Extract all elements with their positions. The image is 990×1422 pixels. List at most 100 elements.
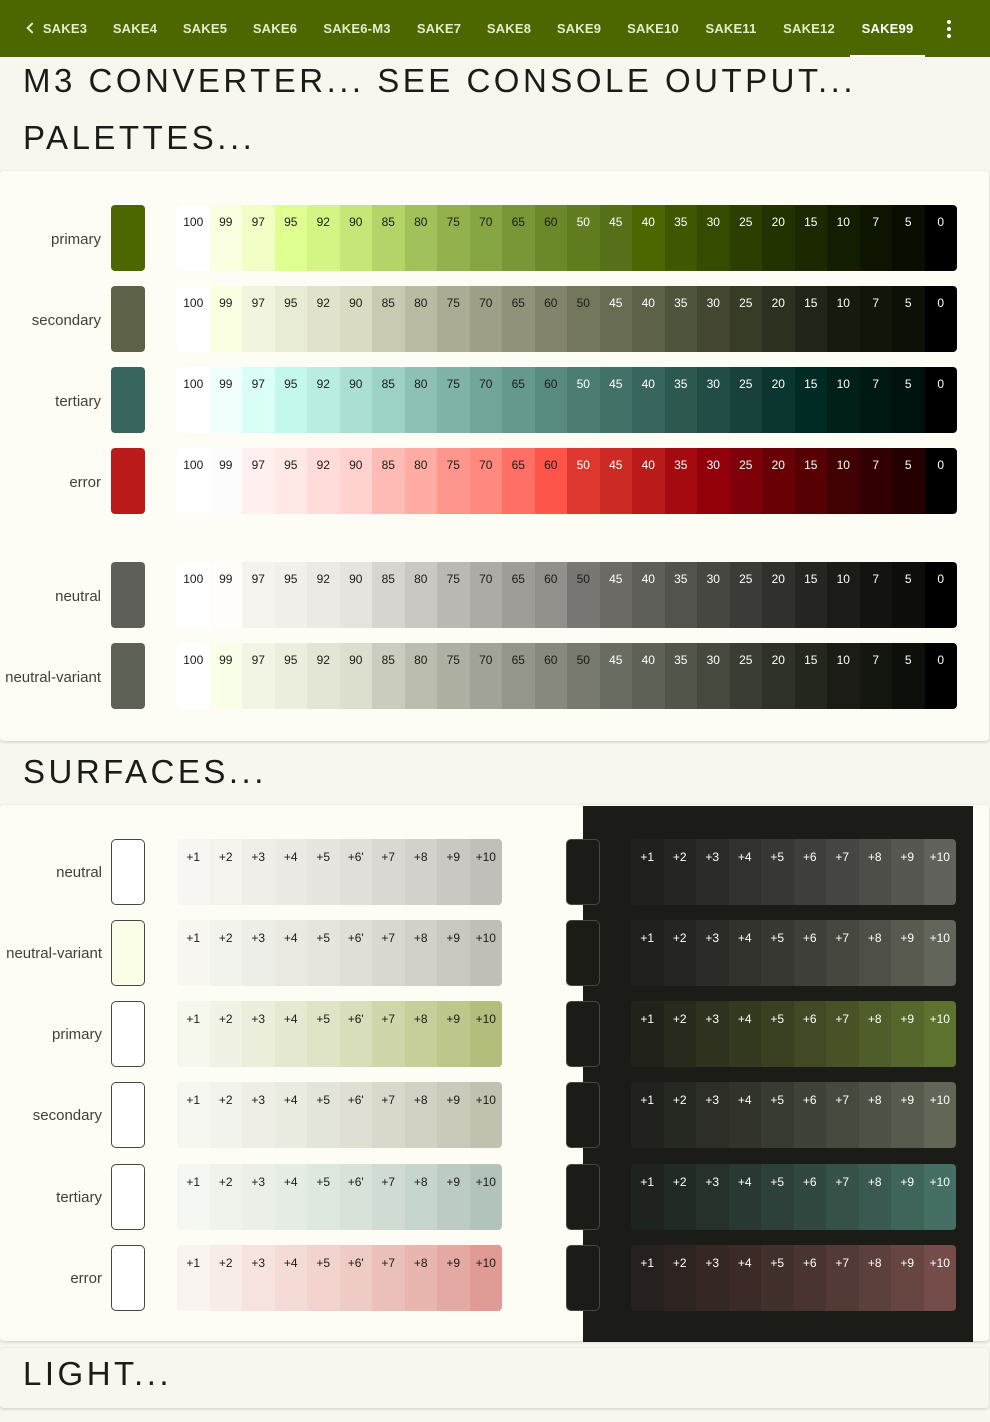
surface-swatch: +3 [242,1245,275,1311]
tone-swatch: 10 [827,286,860,352]
tone-swatch: 95 [274,205,307,271]
dark-surface-strip: +1 +2 +3 +4 +5 +6 +7 +8 +9 +10 [631,920,956,986]
tone-swatch: 90 [339,286,372,352]
surface-swatch: +10 [469,839,502,905]
more-vert-icon[interactable] [940,18,958,40]
tone-swatch: 95 [274,286,307,352]
tab-sake5[interactable]: SAKE5 [182,0,228,57]
surface-swatch: +3 [696,1082,729,1148]
tone-swatch: 10 [827,205,860,271]
tone-swatch: 100 [177,448,210,514]
surface-swatch: +10 [923,1082,956,1148]
tone-swatch: 100 [177,367,210,433]
tone-swatch: 97 [242,562,275,628]
surface-swatch: +3 [242,1164,275,1230]
tab-sake8[interactable]: SAKE8 [486,0,532,57]
tone-swatch: 92 [307,562,340,628]
surface-swatch: +4 [274,839,307,905]
tone-swatch: 92 [307,205,340,271]
tone-swatch: 15 [794,643,827,709]
surface-swatch: +1 [177,1082,210,1148]
surface-swatch: +2 [209,1245,242,1311]
tone-swatch: 7 [859,643,892,709]
palette-key-swatch [111,643,145,709]
surface-swatch: +1 [177,920,210,986]
tone-swatch: 92 [307,286,340,352]
surface-swatch: +3 [696,1001,729,1067]
dark-surface-strip: +1 +2 +3 +4 +5 +6 +7 +8 +9 +10 [631,1245,956,1311]
tab-sake99[interactable]: SAKE99 [850,0,925,57]
tone-swatch: 20 [762,643,795,709]
surface-swatch: +8 [858,1001,891,1067]
tab-sake3[interactable]: SAKE3 [42,0,88,57]
tone-swatch: 25 [729,448,762,514]
tone-swatch: 7 [859,448,892,514]
surface-swatch: +5 [307,1164,340,1230]
surface-swatch: +4 [728,1082,761,1148]
palettes-heading: PALETTES... [23,119,256,156]
surface-swatch: +9 [437,1001,470,1067]
surface-swatch: +8 [404,1245,437,1311]
tone-swatch: 15 [794,367,827,433]
tone-swatch: 85 [372,205,405,271]
tone-swatch: 95 [274,367,307,433]
surface-swatch: +6' [339,1164,372,1230]
light-surface-strip: +1 +2 +3 +4 +5 +6' +7 +8 +9 +10 [177,1082,502,1148]
tab-sake10[interactable]: SAKE10 [626,0,680,57]
surface-swatch: +8 [858,839,891,905]
surface-label: tertiary [56,1189,102,1206]
surface-swatch: +2 [209,1082,242,1148]
surface-swatch: +4 [728,1001,761,1067]
surface-swatch: +1 [177,1164,210,1230]
dark-surface-strip: +1 +2 +3 +4 +5 +6 +7 +8 +9 +10 [631,1082,956,1148]
tone-swatch: 30 [697,205,730,271]
tone-swatch: 60 [534,643,567,709]
tone-swatch: 90 [339,643,372,709]
tab-sake6-m3[interactable]: SAKE6-M3 [322,0,392,57]
tone-swatch: 5 [892,286,925,352]
chevron-left-icon[interactable] [22,19,40,37]
tone-swatch: 92 [307,367,340,433]
surface-swatch: +10 [469,920,502,986]
tab-sake9[interactable]: SAKE9 [556,0,602,57]
surface-swatch: +5 [761,839,794,905]
tone-swatch: 65 [502,205,535,271]
surface-swatch: +9 [891,1245,924,1311]
tab-sake7[interactable]: SAKE7 [416,0,462,57]
tone-swatch: 80 [404,562,437,628]
tab-sake12[interactable]: SAKE12 [782,0,836,57]
tone-swatch: 50 [567,367,600,433]
tone-swatch: 85 [372,448,405,514]
surface-swatch: +8 [404,920,437,986]
surface-swatch: +1 [631,1164,664,1230]
tone-swatch: 99 [209,562,242,628]
surface-swatch: +9 [891,1082,924,1148]
tone-swatch: 15 [794,448,827,514]
surface-swatch: +3 [696,1164,729,1230]
surface-swatch: +9 [437,1082,470,1148]
surface-swatch: +5 [761,1001,794,1067]
surface-base-dark [566,1245,600,1311]
tone-swatch: 30 [697,367,730,433]
tone-swatch: 25 [729,286,762,352]
surface-swatch: +3 [696,839,729,905]
tone-swatch: 100 [177,205,210,271]
tone-swatch: 90 [339,562,372,628]
surface-swatch: +1 [177,1245,210,1311]
tone-strip: 100 99 97 95 92 90 85 80 75 70 65 60 50 45 40 35 30 25 20 1… [177,205,957,271]
tone-swatch: 40 [632,643,665,709]
dark-surface-strip: +1 +2 +3 +4 +5 +6 +7 +8 +9 +10 [631,1164,956,1230]
tab-sake4[interactable]: SAKE4 [112,0,158,57]
tone-swatch: 65 [502,643,535,709]
tone-swatch: 25 [729,367,762,433]
surface-swatch: +6 [793,1082,826,1148]
surface-swatch: +4 [274,1001,307,1067]
tone-swatch: 70 [469,562,502,628]
tone-swatch: 97 [242,205,275,271]
surface-swatch: +4 [728,1245,761,1311]
tone-swatch: 25 [729,643,762,709]
tab-sake6[interactable]: SAKE6 [252,0,298,57]
surface-base-light [111,1245,145,1311]
palette-key-swatch [111,367,145,433]
tab-sake11[interactable]: SAKE11 [704,0,758,57]
